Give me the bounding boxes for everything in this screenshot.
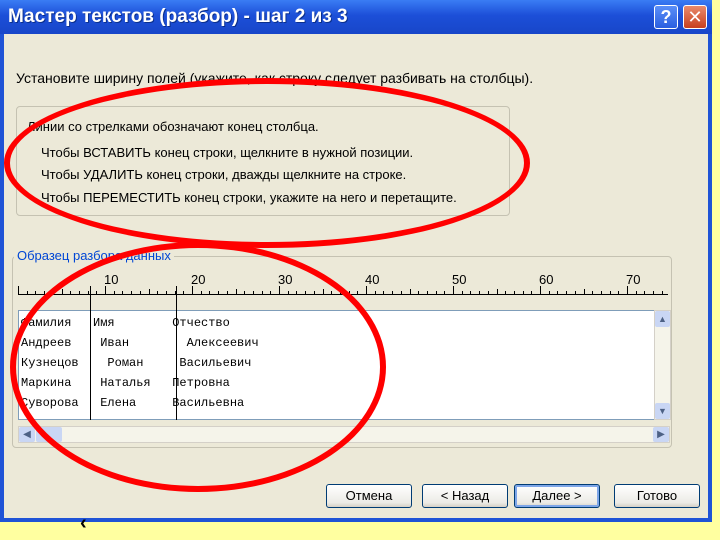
down-arrow-icon: ▼ xyxy=(658,406,667,416)
ruler-tick xyxy=(418,291,420,294)
ruler-tick xyxy=(479,291,481,294)
up-arrow-icon: ▲ xyxy=(658,314,667,324)
ruler-tick xyxy=(557,291,559,294)
ruler-tick xyxy=(374,291,376,294)
title-bar[interactable]: Мастер текстов (разбор) - шаг 2 из 3 ? ✕ xyxy=(0,0,712,34)
ruler-tick xyxy=(426,291,428,294)
left-arrow-icon: ◀ xyxy=(23,429,31,440)
ruler-tick xyxy=(635,291,637,294)
ruler-tick xyxy=(453,286,454,294)
ruler-tick xyxy=(644,291,646,294)
window-title: Мастер текстов (разбор) - шаг 2 из 3 xyxy=(8,6,348,27)
ruler-tick xyxy=(548,291,550,294)
ruler-tick xyxy=(496,289,498,294)
ruler-tick xyxy=(600,291,602,294)
scroll-right-button[interactable]: ▶ xyxy=(653,427,669,442)
ruler-tick xyxy=(444,291,446,294)
ruler-tick xyxy=(461,291,463,294)
help-button[interactable]: ? xyxy=(654,5,678,29)
vertical-scrollbar[interactable]: ▲ ▼ xyxy=(654,310,671,420)
ruler-tick xyxy=(592,291,594,294)
ruler-label-60: 60 xyxy=(539,272,554,287)
ruler-tick xyxy=(505,291,507,294)
red-annotation-ellipse-bottom xyxy=(10,242,386,492)
ruler-tick xyxy=(366,286,367,294)
ruler-tick xyxy=(383,291,385,294)
finish-button[interactable]: Готово xyxy=(614,484,700,508)
next-button[interactable]: Далее > xyxy=(514,484,600,508)
ruler-tick xyxy=(618,291,620,294)
ruler-label-70: 70 xyxy=(626,272,641,287)
stray-mark: ‹ xyxy=(80,512,87,534)
ruler-tick xyxy=(470,291,472,294)
ruler-tick xyxy=(18,286,19,294)
ruler-tick xyxy=(26,291,28,294)
ruler-tick xyxy=(583,289,585,294)
help-icon: ? xyxy=(660,7,672,27)
ruler-tick xyxy=(531,291,533,294)
ruler-tick xyxy=(574,291,576,294)
ruler-tick xyxy=(653,291,655,294)
ruler-tick xyxy=(609,291,611,294)
ruler-tick xyxy=(522,291,524,294)
close-button[interactable]: ✕ xyxy=(683,5,707,29)
ruler-label-50: 50 xyxy=(452,272,467,287)
scroll-left-button[interactable]: ◀ xyxy=(19,427,35,442)
ruler-tick xyxy=(357,291,359,294)
ruler-tick xyxy=(409,289,411,294)
ruler-tick xyxy=(513,291,515,294)
ruler-tick xyxy=(435,291,437,294)
ruler-tick xyxy=(627,286,628,294)
scroll-down-button[interactable]: ▼ xyxy=(655,403,670,419)
ruler-tick xyxy=(540,286,541,294)
ruler-tick xyxy=(400,291,402,294)
ruler-tick xyxy=(487,291,489,294)
ruler-tick xyxy=(392,291,394,294)
close-icon: ✕ xyxy=(687,7,703,27)
red-annotation-ellipse-top xyxy=(4,78,530,248)
back-button[interactable]: < Назад xyxy=(422,484,508,508)
ruler-tick xyxy=(566,291,568,294)
cancel-button[interactable]: Отмена xyxy=(326,484,412,508)
ruler-tick xyxy=(661,291,663,294)
right-arrow-icon: ▶ xyxy=(657,429,665,440)
ruler-tick xyxy=(35,291,37,294)
ruler-label-40: 40 xyxy=(365,272,380,287)
scroll-up-button[interactable]: ▲ xyxy=(655,311,670,327)
